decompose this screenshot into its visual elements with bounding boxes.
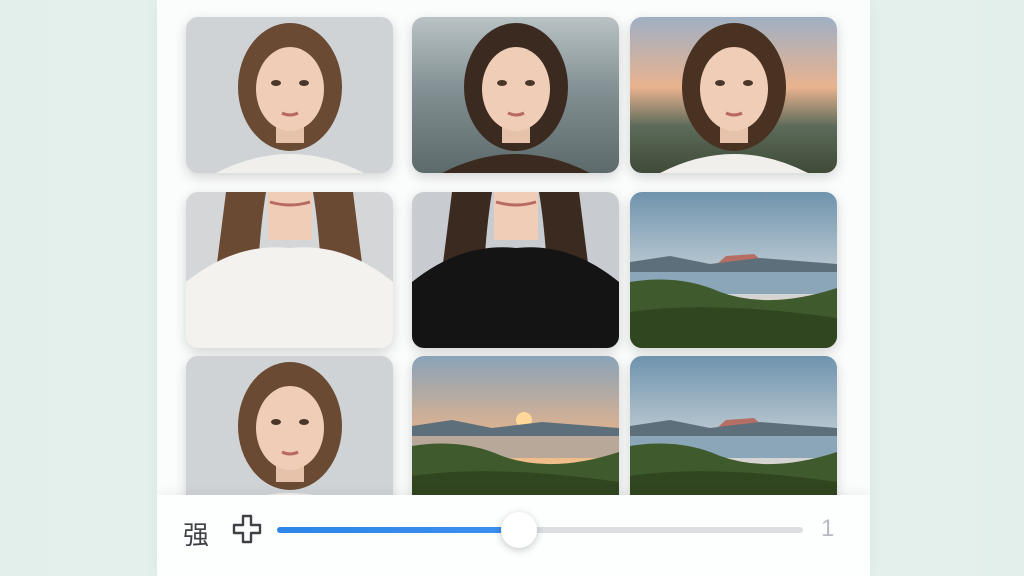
bottom-control-bar: 强 1: [157, 495, 870, 576]
portrait-tile-5[interactable]: [412, 192, 619, 348]
portrait-tile-3[interactable]: [630, 17, 837, 173]
strength-slider[interactable]: [277, 512, 803, 548]
slider-fill: [277, 527, 519, 533]
landscape-tile-8[interactable]: [412, 356, 619, 512]
landscape-tile-6[interactable]: [630, 192, 837, 348]
slider-max-label: 1: [821, 515, 835, 542]
portrait-tile-2[interactable]: [412, 17, 619, 173]
image-grid-panel: 强 1: [157, 0, 870, 576]
portrait-tile-7[interactable]: [186, 356, 393, 512]
slider-thumb[interactable]: [500, 512, 537, 548]
portrait-tile-4[interactable]: [186, 192, 393, 348]
plus-icon[interactable]: [231, 513, 263, 545]
landscape-tile-9[interactable]: [630, 356, 837, 512]
portrait-tile-1[interactable]: [186, 17, 393, 173]
strength-label: 强: [183, 521, 210, 551]
